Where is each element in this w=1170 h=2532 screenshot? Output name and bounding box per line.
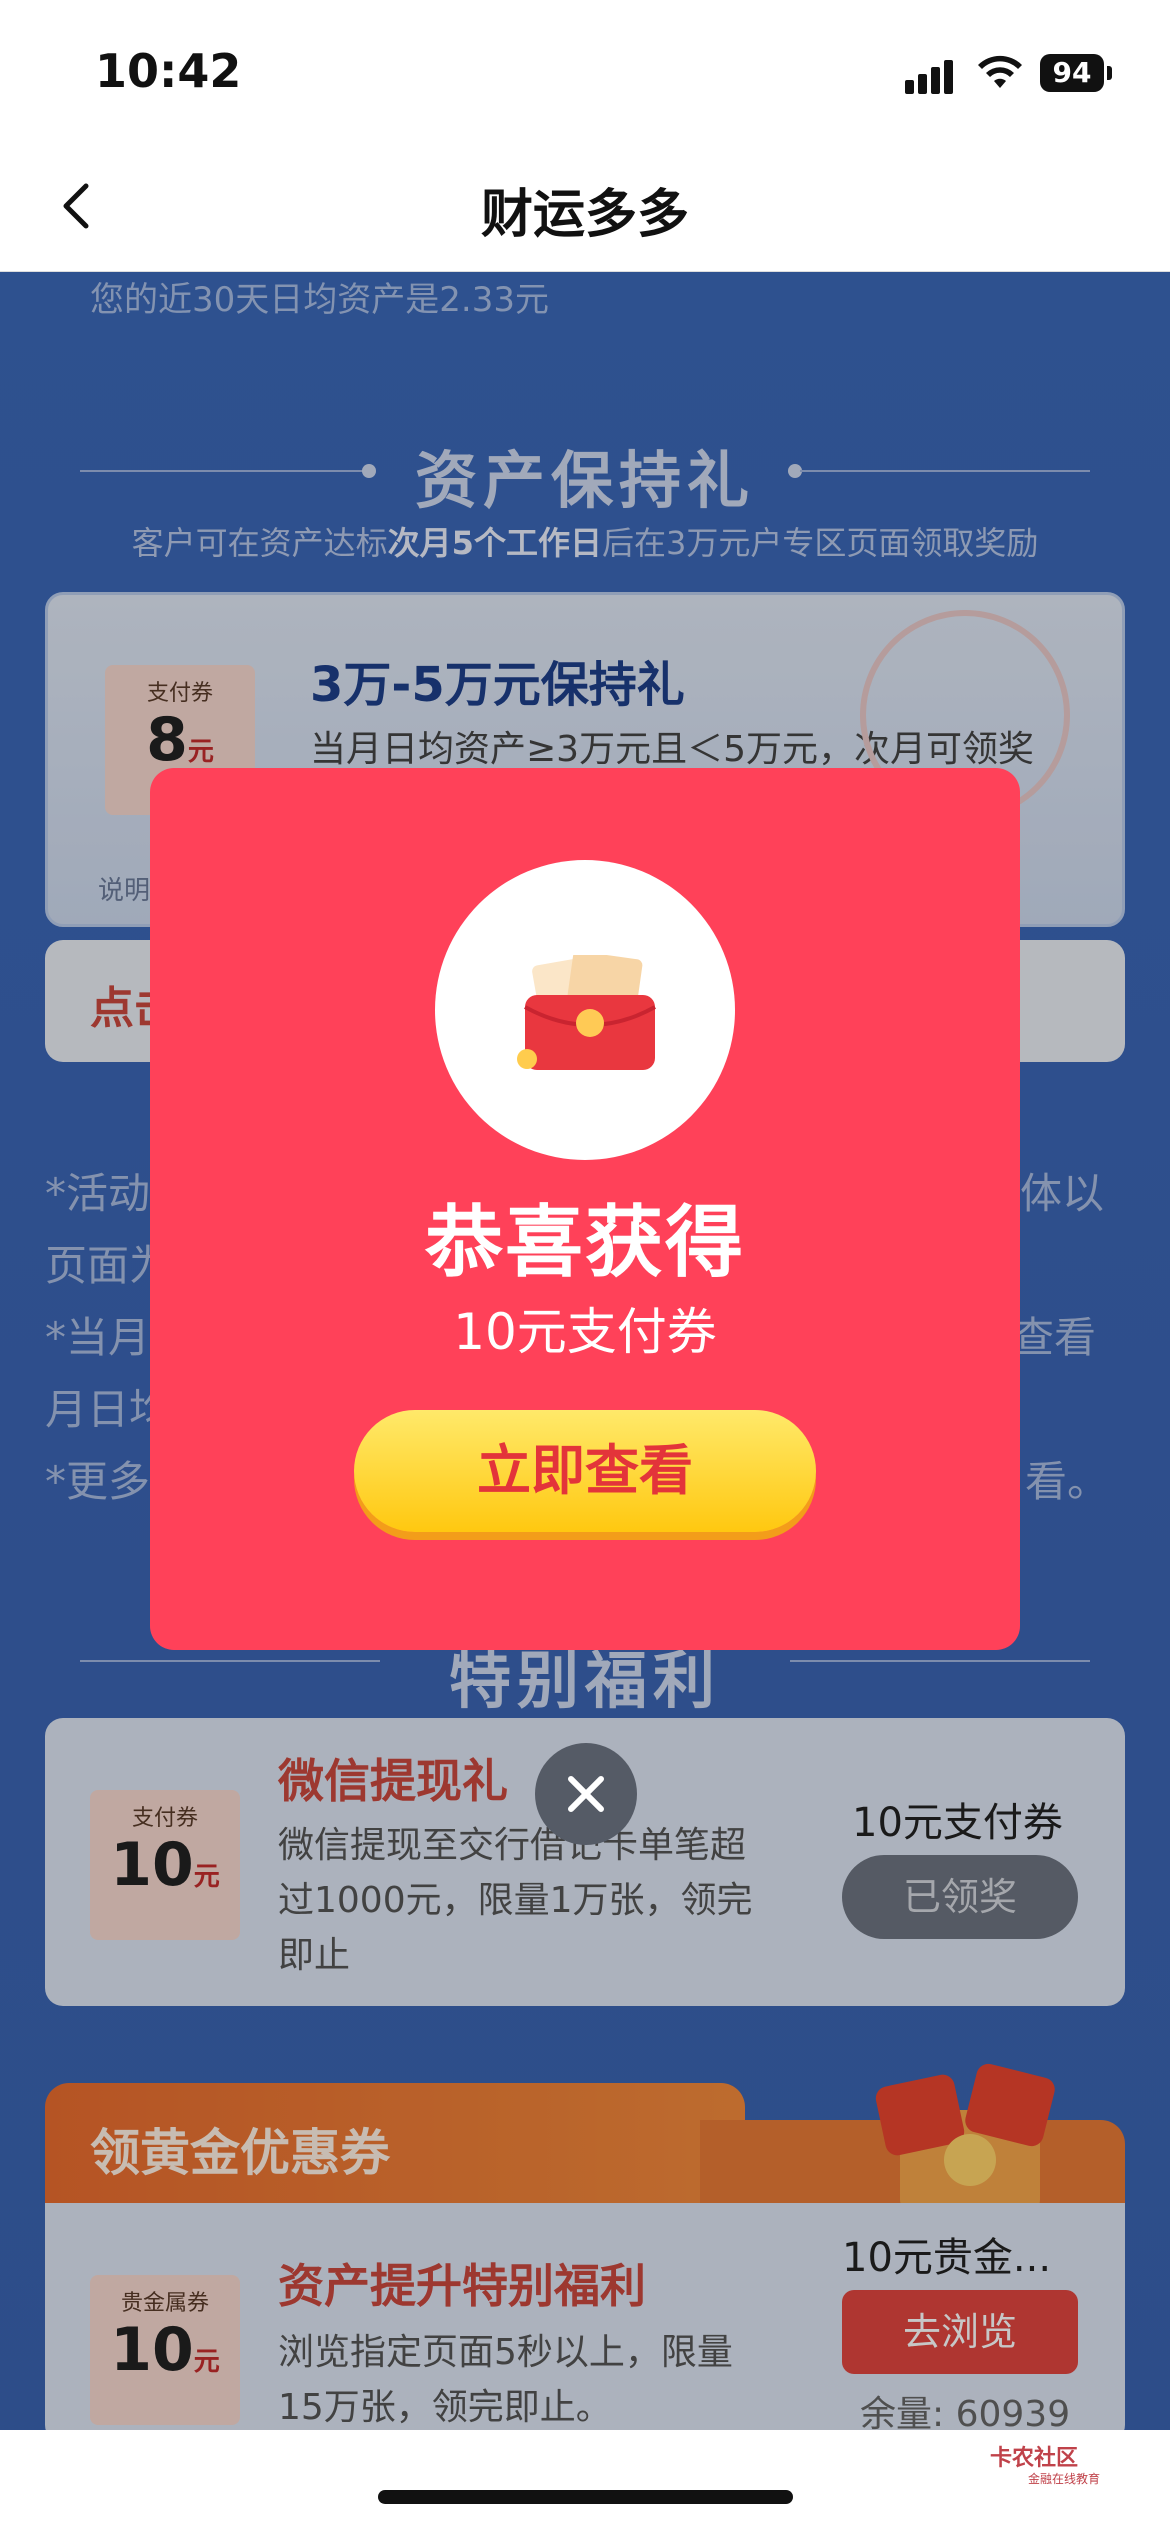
home-indicator[interactable] xyxy=(378,2490,793,2504)
wifi-icon xyxy=(978,55,1022,88)
watermark-sub: 金融在线教育 xyxy=(1028,2472,1101,2486)
battery-icon: 94 xyxy=(1040,54,1104,92)
status-bar: 10:42 94 xyxy=(0,0,1170,140)
nav-bar: 财运多多 xyxy=(0,140,1170,272)
battery-cap xyxy=(1107,66,1112,80)
page-title: 财运多多 xyxy=(480,185,689,245)
modal-subtitle: 10元支付券 xyxy=(453,1303,717,1361)
status-time: 10:42 xyxy=(95,44,242,98)
modal-title: 恭喜获得 xyxy=(424,1198,745,1288)
close-modal-button[interactable] xyxy=(535,1743,637,1845)
watermark-logo: 卡农社区 xyxy=(990,2446,1079,2471)
view-now-button[interactable]: 立即查看 xyxy=(354,1410,816,1532)
cellular-signal-icon xyxy=(905,60,953,94)
close-icon xyxy=(568,1776,604,1812)
red-envelope-icon xyxy=(517,955,656,1070)
